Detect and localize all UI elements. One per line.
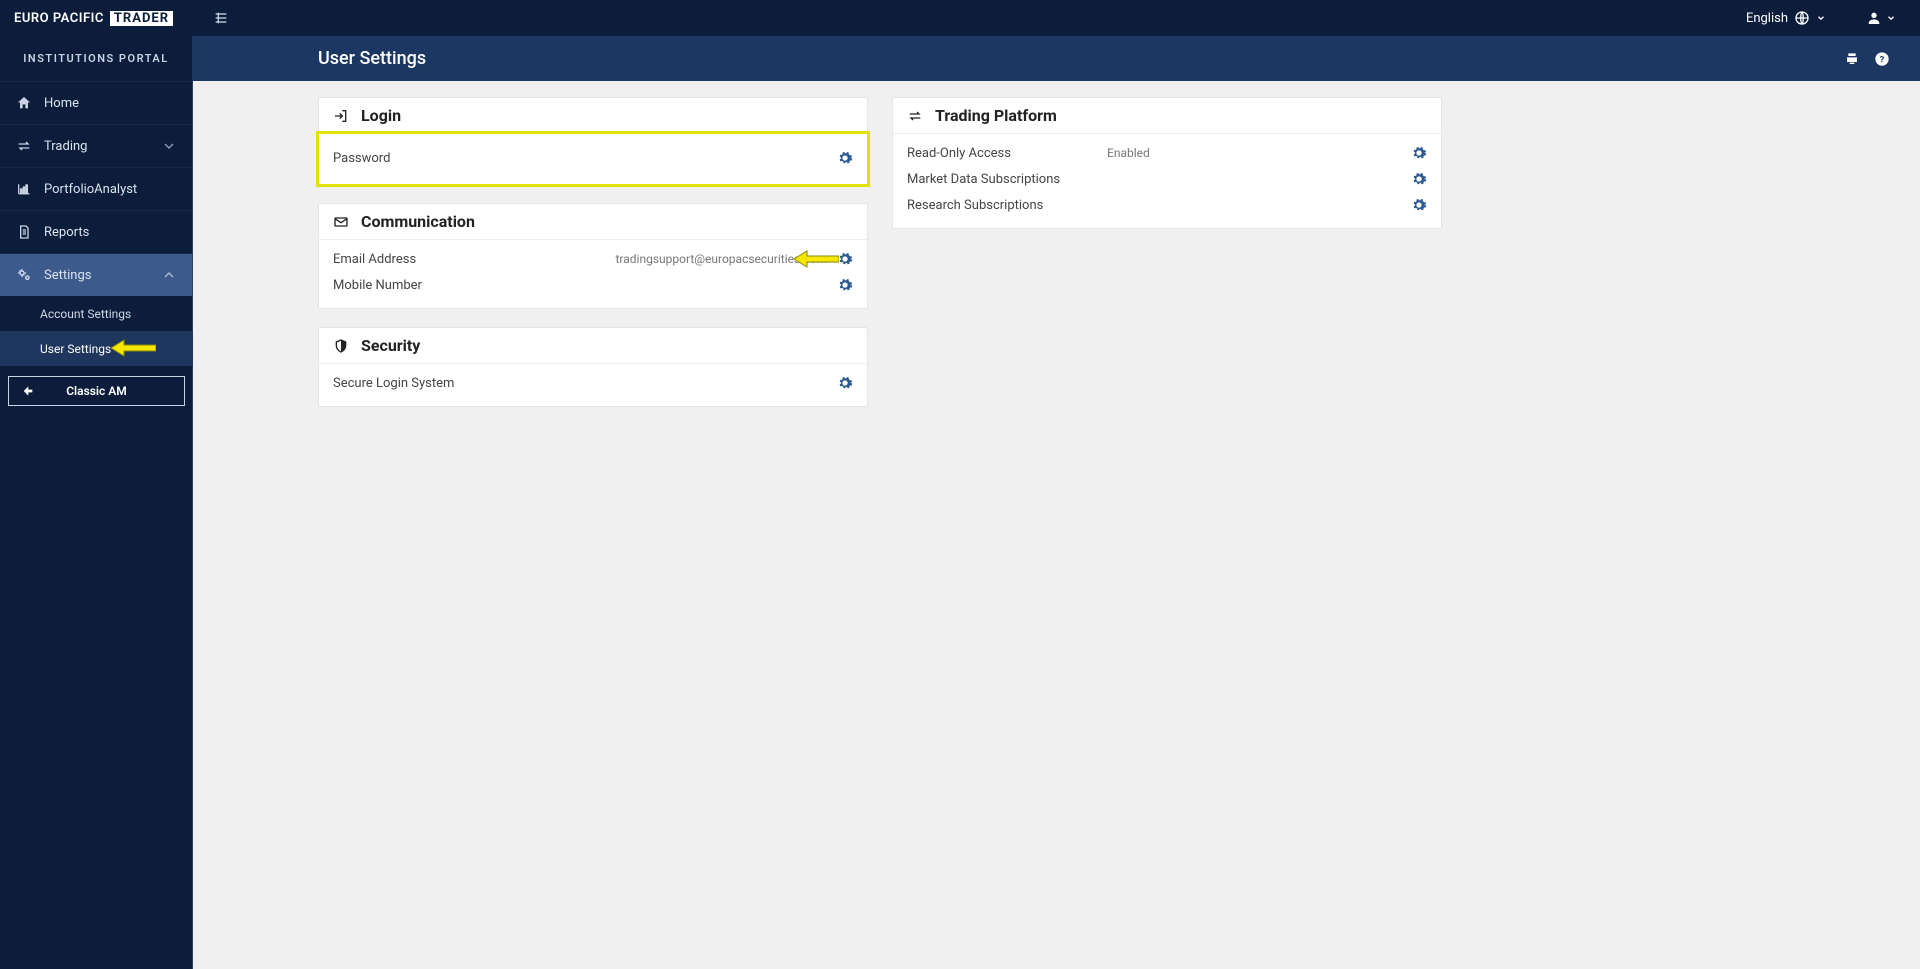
help-icon[interactable]: ? bbox=[1874, 51, 1890, 67]
chevron-up-icon bbox=[161, 267, 177, 283]
classic-am-label: Classic AM bbox=[66, 384, 127, 398]
page-header: User Settings ? bbox=[193, 36, 1920, 81]
row-value: Enabled bbox=[1107, 146, 1411, 160]
shield-icon bbox=[333, 338, 349, 354]
brand-logo: EURO PACIFIC TRADER bbox=[0, 11, 193, 26]
sidebar-item-label: Reports bbox=[44, 225, 89, 240]
sidebar-subitem-user-settings[interactable]: User Settings bbox=[0, 331, 193, 366]
sidebar-item-label: Trading bbox=[44, 139, 87, 154]
row-label: Password bbox=[333, 151, 533, 166]
trading-platform-panel: Trading Platform Read-Only Access Enable… bbox=[892, 97, 1442, 229]
sidebar-item-label: PortfolioAnalyst bbox=[44, 182, 137, 197]
sidebar-item-trading[interactable]: Trading bbox=[0, 124, 193, 167]
sidebar-item-label: User Settings bbox=[40, 342, 111, 356]
print-icon[interactable] bbox=[1844, 51, 1860, 67]
brand-text: EURO PACIFIC bbox=[14, 11, 104, 26]
user-icon bbox=[1866, 10, 1882, 26]
row-label: Secure Login System bbox=[333, 376, 533, 391]
password-row[interactable]: Password bbox=[333, 134, 853, 182]
home-icon bbox=[16, 95, 32, 111]
gear-icon[interactable] bbox=[1411, 171, 1427, 187]
row-value: tradingsupport@europacsecurities.com bbox=[533, 252, 837, 266]
communication-panel: Communication Email Address tradingsuppo… bbox=[318, 203, 868, 309]
menu-toggle-icon[interactable] bbox=[213, 10, 229, 26]
mobile-row[interactable]: Mobile Number bbox=[333, 272, 853, 298]
panel-title: Login bbox=[361, 106, 401, 125]
page-title: User Settings bbox=[318, 48, 426, 69]
panel-title: Security bbox=[361, 336, 420, 355]
classic-am-button[interactable]: Classic AM bbox=[8, 376, 185, 406]
annotation-arrow-icon bbox=[110, 339, 156, 357]
row-label: Research Subscriptions bbox=[907, 198, 1411, 213]
gear-icon[interactable] bbox=[1411, 197, 1427, 213]
svg-text:?: ? bbox=[1880, 54, 1885, 65]
language-label: English bbox=[1746, 11, 1788, 26]
chevron-down-icon bbox=[1886, 10, 1896, 26]
readonly-access-row[interactable]: Read-Only Access Enabled bbox=[907, 140, 1427, 166]
panel-title: Trading Platform bbox=[935, 106, 1057, 125]
arrow-left-icon bbox=[19, 383, 35, 399]
topbar: EURO PACIFIC TRADER English bbox=[0, 0, 1920, 36]
gear-icon[interactable] bbox=[1411, 145, 1427, 161]
gear-icon[interactable] bbox=[837, 277, 853, 293]
swap-icon bbox=[907, 108, 923, 124]
cogs-icon bbox=[16, 267, 32, 283]
sidebar-item-label: Settings bbox=[44, 268, 91, 283]
gear-icon[interactable] bbox=[837, 375, 853, 391]
chevron-down-icon bbox=[1816, 10, 1826, 26]
panel-title: Communication bbox=[361, 212, 475, 231]
brand-box: TRADER bbox=[110, 11, 173, 26]
row-label: Email Address bbox=[333, 252, 533, 267]
market-data-row[interactable]: Market Data Subscriptions bbox=[907, 166, 1427, 192]
sidebar-item-portfolio[interactable]: PortfolioAnalyst bbox=[0, 167, 193, 210]
language-selector[interactable]: English bbox=[1746, 10, 1826, 26]
chart-icon bbox=[16, 181, 32, 197]
email-row[interactable]: Email Address tradingsupport@europacsecu… bbox=[333, 246, 853, 272]
chevron-down-icon bbox=[161, 138, 177, 154]
row-label: Mobile Number bbox=[333, 278, 533, 293]
sidebar-item-home[interactable]: Home bbox=[0, 81, 193, 124]
sidebar-item-settings[interactable]: Settings bbox=[0, 253, 193, 296]
sidebar-item-label: Home bbox=[44, 96, 79, 111]
login-panel: Login Password bbox=[318, 97, 868, 185]
sidebar-item-reports[interactable]: Reports bbox=[0, 210, 193, 253]
envelope-icon bbox=[333, 214, 349, 230]
gear-icon[interactable] bbox=[837, 150, 853, 166]
portal-label: INSTITUTIONS PORTAL bbox=[0, 36, 193, 81]
research-subs-row[interactable]: Research Subscriptions bbox=[907, 192, 1427, 218]
sidebar-subitem-account-settings[interactable]: Account Settings bbox=[0, 296, 193, 331]
sidebar: INSTITUTIONS PORTAL Home Trading Portfol… bbox=[0, 36, 193, 969]
secure-login-row[interactable]: Secure Login System bbox=[333, 370, 853, 396]
document-icon bbox=[16, 224, 32, 240]
login-icon bbox=[333, 108, 349, 124]
user-menu[interactable] bbox=[1866, 10, 1896, 26]
row-label: Market Data Subscriptions bbox=[907, 172, 1411, 187]
password-highlight: Password bbox=[316, 131, 870, 187]
gear-icon[interactable] bbox=[837, 251, 853, 267]
sidebar-item-label: Account Settings bbox=[40, 307, 131, 321]
security-panel: Security Secure Login System bbox=[318, 327, 868, 407]
swap-icon bbox=[16, 138, 32, 154]
globe-icon bbox=[1794, 10, 1810, 26]
row-label: Read-Only Access bbox=[907, 146, 1107, 161]
